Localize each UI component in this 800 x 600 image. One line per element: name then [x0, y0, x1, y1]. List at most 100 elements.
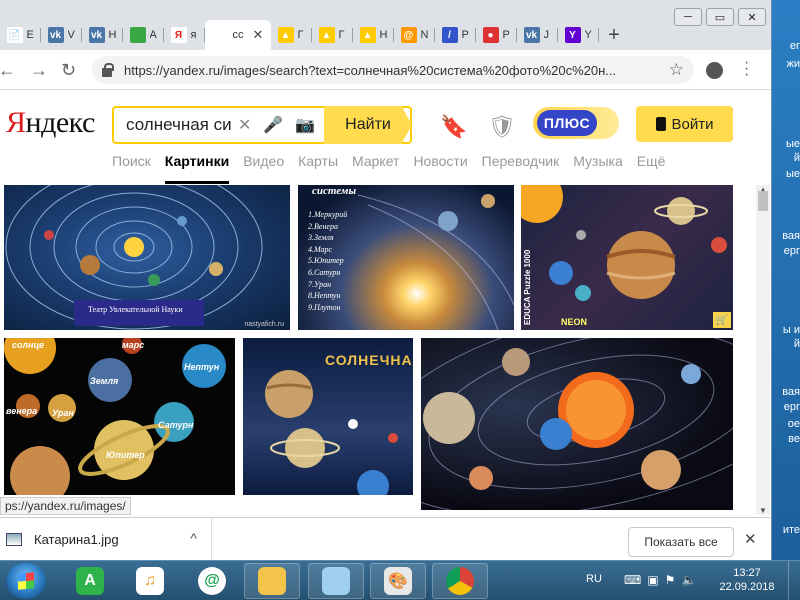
browser-tab[interactable]: @ N: [394, 20, 435, 50]
yandex-logo[interactable]: Яндекс: [6, 106, 95, 140]
language-indicator[interactable]: RU: [586, 573, 602, 585]
network-icon[interactable]: ▣: [647, 573, 658, 587]
taskbar-app-mail[interactable]: @: [184, 563, 240, 599]
chevron-up-icon[interactable]: ^: [190, 530, 197, 546]
desktop-icon-label[interactable]: ерг: [772, 401, 800, 414]
plus-toggle[interactable]: ПЛЮС: [533, 107, 619, 139]
show-desktop-button[interactable]: [788, 561, 800, 600]
url-text[interactable]: https://yandex.ru/images/search?text=сол…: [124, 63, 669, 78]
profile-icon[interactable]: [706, 62, 723, 79]
start-button[interactable]: [6, 563, 46, 599]
bookmark-icon[interactable]: 🔖: [440, 114, 467, 140]
nav-tab[interactable]: Переводчик: [482, 153, 560, 169]
menu-icon[interactable]: · · ·: [744, 55, 749, 83]
tabs: 📄 Evk Vvk H А Яя сс ✕ ▲ Г ▲ Г ▲ Н @ N / Р ● Рvk J Y Y +: [0, 20, 629, 50]
tab-favicon-icon: 📄: [6, 27, 23, 43]
search-input[interactable]: солнечная си: [114, 115, 232, 135]
browser-tab[interactable]: / Р: [435, 20, 476, 50]
taskbar-app-aimp[interactable]: A: [62, 563, 118, 599]
nav-tab[interactable]: Поиск: [112, 153, 151, 169]
desktop-icon-label[interactable]: ерг: [772, 245, 800, 258]
close-download-bar-icon[interactable]: ✕: [744, 530, 757, 548]
flag-icon[interactable]: ⚑: [665, 573, 676, 587]
tab-favicon-icon: vk: [88, 27, 105, 43]
close-window-button[interactable]: ✕: [738, 8, 766, 26]
browser-tab[interactable]: vk V: [41, 20, 82, 50]
search-button[interactable]: Найти: [324, 106, 412, 144]
desktop-icon-label[interactable]: ые: [772, 168, 800, 181]
camera-icon[interactable]: 📷: [295, 115, 315, 135]
scroll-thumb[interactable]: [758, 191, 768, 211]
image-result[interactable]: системы 1.Меркурий 2.Венера 3.Земля 4.Марс 5…: [298, 185, 514, 330]
tab-label: я: [190, 29, 197, 41]
desktop-icon-label[interactable]: ег: [772, 40, 800, 53]
nav-tab[interactable]: Картинки: [164, 153, 230, 184]
tab-label: J: [543, 29, 550, 41]
browser-tab[interactable]: ▲ Г: [312, 20, 353, 50]
desktop-icon-label[interactable]: ы и: [772, 324, 800, 337]
desktop-icon-label[interactable]: й: [772, 338, 800, 351]
image-result[interactable]: солнце марс Земля Нептун венера Уран Сатурн Юпи…: [4, 338, 235, 495]
desktop-icon-label[interactable]: ите: [772, 524, 800, 537]
browser-tab[interactable]: 📄 E: [0, 20, 41, 50]
browser-tab[interactable]: ● Р: [476, 20, 517, 50]
desktop-icon-label[interactable]: вая: [772, 230, 800, 243]
desktop-icon-label[interactable]: ое: [772, 418, 800, 431]
shield-icon[interactable]: 🛡: [488, 114, 516, 140]
browser-tab[interactable]: YY: [558, 20, 599, 50]
tab-close-icon[interactable]: ✕: [253, 27, 264, 43]
browser-tab[interactable]: Яя: [164, 20, 205, 50]
new-tab-button[interactable]: +: [599, 20, 629, 50]
browser-tab[interactable]: vk H: [82, 20, 123, 50]
login-button[interactable]: Войти: [636, 106, 733, 142]
planet-label: Земля: [90, 376, 119, 386]
back-icon[interactable]: ←: [0, 60, 16, 81]
minimize-button[interactable]: ─: [674, 8, 702, 26]
taskbar-app-paint[interactable]: 🎨: [370, 563, 426, 599]
download-item[interactable]: Катарина1.jpg ^: [0, 518, 212, 560]
desktop-icon-label[interactable]: й: [772, 152, 800, 165]
image-file-icon: [6, 533, 22, 546]
browser-tab[interactable]: ▲ Н: [353, 20, 394, 50]
volume-icon[interactable]: 🔈: [681, 573, 696, 587]
keyboard-icon[interactable]: ⌨: [624, 573, 641, 587]
desktop-icon-label[interactable]: жи: [772, 58, 800, 71]
forward-icon[interactable]: →: [30, 60, 48, 81]
tab-label: Р: [502, 29, 510, 41]
maximize-button[interactable]: ▭: [706, 8, 734, 26]
browser-tab[interactable]: vk J: [517, 20, 558, 50]
browser-tab[interactable]: сс ✕: [205, 20, 271, 50]
nav-tab[interactable]: Новости: [413, 153, 467, 169]
image-result[interactable]: Театр Увлекательной Науки nastyafich.ru: [4, 185, 290, 330]
browser-tab[interactable]: ▲ Г: [271, 20, 312, 50]
show-all-button[interactable]: Показать все: [628, 527, 734, 557]
nav-tab[interactable]: Маркет: [352, 153, 399, 169]
address-bar[interactable]: https://yandex.ru/images/search?text=сол…: [92, 56, 694, 84]
desktop-icon-label[interactable]: ве: [772, 433, 800, 446]
planet-label: Уран: [52, 408, 74, 418]
nav-tab[interactable]: Ещё: [637, 153, 666, 169]
page-scrollbar[interactable]: ▲ ▼: [756, 185, 770, 515]
clock[interactable]: 13:27 22.09.2018: [718, 566, 776, 594]
taskbar-app-chrome[interactable]: [432, 563, 488, 599]
browser-tab[interactable]: А: [123, 20, 164, 50]
taskbar-app-explorer[interactable]: [244, 563, 300, 599]
clear-icon[interactable]: ✕: [238, 115, 251, 135]
scroll-down-icon[interactable]: ▼: [756, 506, 770, 515]
nav-tab[interactable]: Видео: [243, 153, 284, 169]
desktop-icon-label[interactable]: ые: [772, 138, 800, 151]
taskbar-app-music[interactable]: ♫: [122, 563, 178, 599]
browser-toolbar: ← → ↻ https://yandex.ru/images/search?te…: [0, 50, 771, 90]
image-result[interactable]: [421, 338, 733, 510]
bookmark-star-icon[interactable]: ☆: [669, 60, 684, 80]
image-result[interactable]: СОЛНЕЧНАЯ: [243, 338, 413, 495]
chrome-icon: [446, 567, 474, 595]
microphone-icon[interactable]: 🎤: [263, 115, 283, 135]
taskbar-app-notepad[interactable]: [308, 563, 364, 599]
reload-icon[interactable]: ↻: [61, 60, 76, 81]
nav-tab[interactable]: Музыка: [573, 153, 623, 169]
nav-tab[interactable]: Карты: [298, 153, 338, 169]
image-result[interactable]: EDUCA Puzzle 1000 NEON 🛒: [521, 185, 733, 330]
cart-icon[interactable]: 🛒: [713, 312, 731, 328]
desktop-icon-label[interactable]: вая: [772, 386, 800, 399]
